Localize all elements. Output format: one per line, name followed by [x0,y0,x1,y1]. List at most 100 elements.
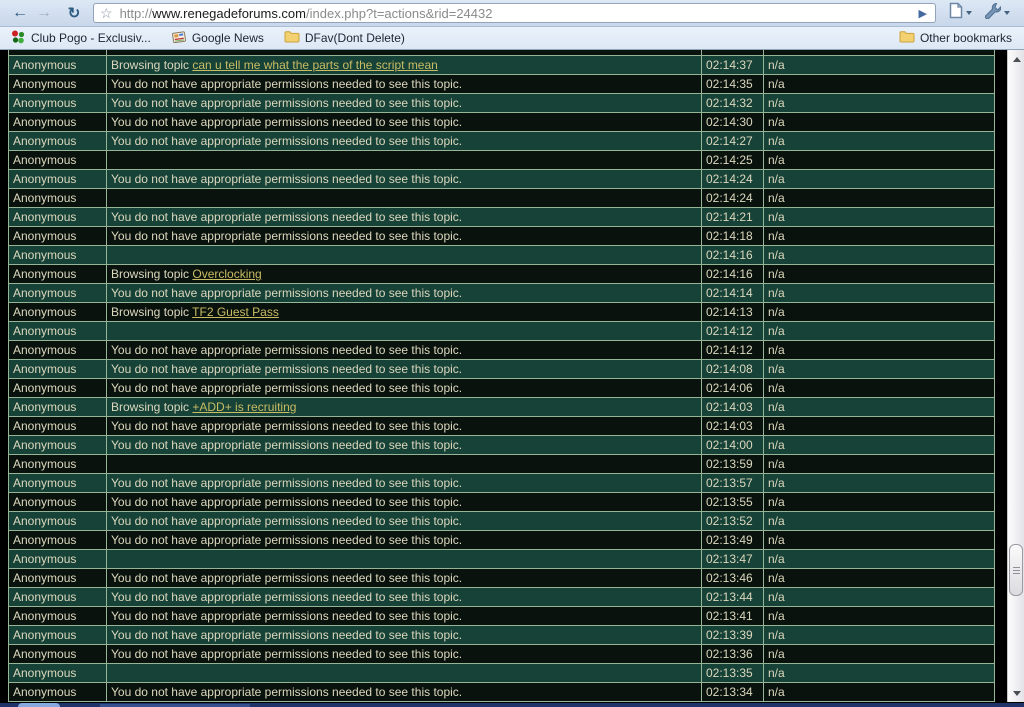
forward-button[interactable]: → [32,2,56,24]
table-row: Anonymous 02:14:12 n/a [9,322,994,341]
page-icon [949,2,963,24]
bookmark-label: DFav(Dont Delete) [304,31,405,45]
user-cell: Anonymous [13,495,77,509]
user-actions-table: Anonymous Browsing topic can u tell me w… [8,50,995,702]
page-menu-button[interactable] [943,2,978,24]
table-row: Anonymous You do not have appropriate pe… [9,208,994,227]
na-cell: n/a [763,531,994,549]
bookmark-club-pogo[interactable]: Club Pogo - Exclusiv... [10,29,151,48]
table-row: Anonymous You do not have appropriate pe… [9,360,994,379]
other-bookmarks-button[interactable]: Other bookmarks [899,30,1012,46]
browsing-prefix: Browsing topic [111,58,193,72]
action-cell: You do not have appropriate permissions … [106,75,701,93]
user-cell: Anonymous [13,457,77,471]
time-cell: 02:13:46 [701,569,763,587]
table-row: Anonymous You do not have appropriate pe… [9,512,994,531]
table-row: Anonymous You do not have appropriate pe… [9,607,994,626]
reload-button[interactable]: ↻ [62,2,86,24]
user-cell: Anonymous [13,77,77,91]
table-row: Anonymous Browsing topic TF2 Guest Pass … [9,303,994,322]
time-cell: 02:14:00 [701,436,763,454]
other-bookmarks-label: Other bookmarks [919,31,1012,45]
bookmark-star-icon[interactable]: ☆ [100,6,113,20]
table-row: Anonymous 02:13:35 n/a [9,664,994,683]
time-cell: 02:14:25 [701,151,763,169]
vertical-scrollbar[interactable] [1007,50,1024,702]
wrench-menu-button[interactable] [978,2,1016,24]
action-cell: You do not have appropriate permissions … [106,113,701,131]
topic-link[interactable]: can u tell me what the parts of the scri… [192,58,437,72]
user-cell: Anonymous [13,476,77,490]
table-row: Anonymous Browsing topic Overclocking 02… [9,265,994,284]
bookmark-dfav-folder[interactable]: DFav(Dont Delete) [284,30,405,46]
time-cell: 02:14:16 [701,246,763,264]
user-cell: Anonymous [13,514,77,528]
action-cell [106,151,701,169]
user-cell: Anonymous [13,419,77,433]
wrench-menu-caret-icon [1004,11,1010,15]
user-cell: Anonymous [13,552,77,566]
table-row: Anonymous You do not have appropriate pe… [9,227,994,246]
na-cell: n/a [763,189,994,207]
action-cell: Browsing topic can u tell me what the pa… [106,56,701,74]
time-cell: 02:14:06 [701,379,763,397]
time-cell: 02:13:47 [701,550,763,568]
table-row: Anonymous You do not have appropriate pe… [9,379,994,398]
browsing-prefix: Browsing topic [111,305,193,319]
na-cell: n/a [763,493,994,511]
user-cell: Anonymous [13,362,77,376]
action-cell: You do not have appropriate permissions … [106,531,701,549]
table-row: Anonymous You do not have appropriate pe… [9,436,994,455]
user-cell: Anonymous [13,533,77,547]
table-row: Anonymous 02:14:24 n/a [9,189,994,208]
back-button[interactable]: ← [8,2,32,24]
scrollbar-thumb[interactable] [1009,544,1023,596]
table-row: Anonymous 02:13:59 n/a [9,455,994,474]
na-cell: n/a [763,246,994,264]
action-cell: You do not have appropriate permissions … [106,417,701,435]
na-cell: n/a [763,208,994,226]
bookmark-google-news[interactable]: Google News [171,29,264,48]
url-text: http://www.renegadeforums.com/index.php?… [120,6,493,21]
browser-toolbar: ← → ↻ ☆ http://www.renegadeforums.com/in… [0,0,1024,27]
user-cell: Anonymous [13,571,77,585]
table-row: Anonymous You do not have appropriate pe… [9,170,994,189]
topic-link[interactable]: TF2 Guest Pass [192,305,279,319]
na-cell: n/a [763,75,994,93]
time-cell: 02:13:57 [701,474,763,492]
user-cell: Anonymous [13,628,77,642]
time-cell: 02:13:59 [701,455,763,473]
action-cell: You do not have appropriate permissions … [106,284,701,302]
action-cell: You do not have appropriate permissions … [106,208,701,226]
table-row: Anonymous You do not have appropriate pe… [9,474,994,493]
user-cell: Anonymous [13,438,77,452]
na-cell: n/a [763,56,994,74]
table-row: Anonymous You do not have appropriate pe… [9,132,994,151]
action-cell: You do not have appropriate permissions … [106,607,701,625]
action-cell [106,455,701,473]
user-cell: Anonymous [13,286,77,300]
na-cell: n/a [763,360,994,378]
wrench-icon [984,2,1002,24]
scroll-up-button[interactable] [1008,51,1024,67]
user-cell: Anonymous [13,191,77,205]
action-cell: You do not have appropriate permissions … [106,94,701,112]
browsing-prefix: Browsing topic [111,267,193,281]
topic-link[interactable]: +ADD+ is recruiting [192,400,296,414]
time-cell: 02:13:55 [701,493,763,511]
bookmarks-bar: Club Pogo - Exclusiv... Google News DFav… [0,27,1024,50]
user-cell: Anonymous [13,343,77,357]
time-cell: 02:14:08 [701,360,763,378]
action-cell: You do not have appropriate permissions … [106,683,701,701]
table-row: Anonymous You do not have appropriate pe… [9,284,994,303]
na-cell: n/a [763,683,994,701]
time-cell: 02:13:36 [701,645,763,663]
address-bar[interactable]: ☆ http://www.renegadeforums.com/index.ph… [93,3,936,23]
time-cell: 02:14:13 [701,303,763,321]
scroll-down-button[interactable] [1008,685,1024,701]
go-icon[interactable]: ▶ [917,7,929,20]
bookmark-label: Google News [191,31,264,45]
topic-link[interactable]: Overclocking [192,267,261,281]
table-row: Anonymous You do not have appropriate pe… [9,626,994,645]
folder-icon [899,30,915,46]
